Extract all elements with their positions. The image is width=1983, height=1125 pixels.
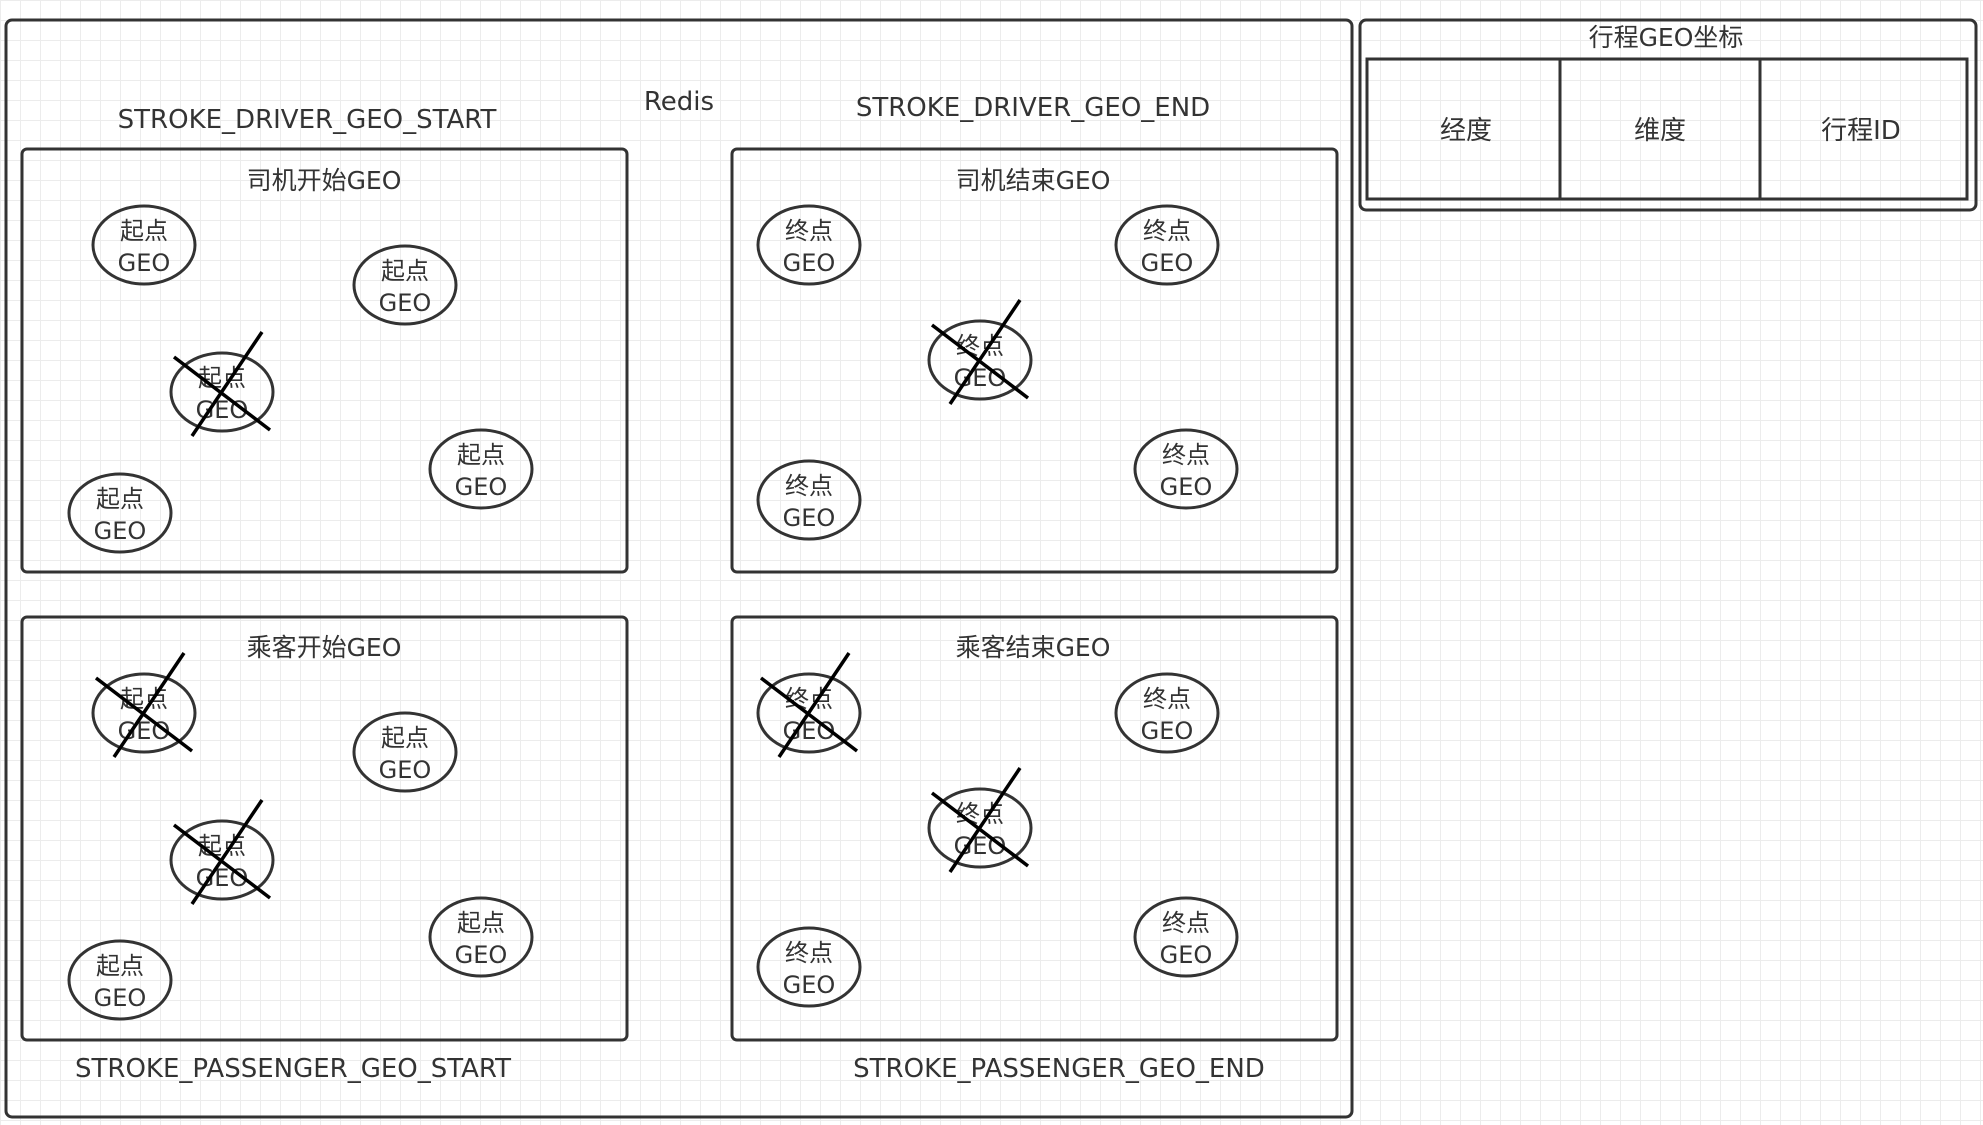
start-geo-node[interactable]: 起点 GEO: [352, 244, 458, 326]
driver-start-title: 司机开始GEO: [247, 166, 402, 195]
passenger-start-title: 乘客开始GEO: [247, 633, 402, 662]
geo-node-geo-label: GEO: [118, 249, 171, 277]
start-geo-node[interactable]: 起点GEO: [169, 799, 275, 905]
end-geo-node[interactable]: 终点 GEO: [1133, 428, 1239, 510]
passenger-start-key-label: STROKE_PASSENGER_GEO_START: [75, 1054, 511, 1084]
start-geo-node[interactable]: 起点GEO: [169, 331, 275, 437]
end-geo-node[interactable]: 终点 GEO: [1114, 204, 1220, 286]
column-latitude: 维度: [1634, 116, 1686, 146]
geo-node-type-label: 终点: [785, 217, 833, 245]
end-geo-node[interactable]: 终点 GEO: [1133, 896, 1239, 978]
geo-node-type-label: 终点: [1143, 685, 1191, 713]
geo-node-type-label: 终点: [1143, 217, 1191, 245]
geo-node-type-label: 起点: [96, 952, 144, 980]
end-geo-node[interactable]: 终点 GEO: [756, 459, 862, 541]
geo-node-type-label: 终点: [785, 472, 833, 500]
geo-node-geo-label: GEO: [1141, 249, 1194, 277]
end-geo-node[interactable]: 终点GEO: [927, 299, 1033, 405]
geo-node-geo-label: GEO: [379, 756, 432, 784]
column-trip-id: 行程ID: [1821, 116, 1901, 146]
geo-node-type-label: 终点: [1162, 909, 1210, 937]
geo-node-geo-label: GEO: [783, 249, 836, 277]
geo-node-geo-label: GEO: [455, 941, 508, 969]
redis-container[interactable]: [4, 18, 1354, 1119]
geo-node-type-label: 起点: [120, 217, 168, 245]
end-geo-node[interactable]: 终点 GEO: [1114, 672, 1220, 754]
geo-node-geo-label: GEO: [783, 971, 836, 999]
end-geo-node[interactable]: 终点GEO: [927, 767, 1033, 873]
geo-node-geo-label: GEO: [94, 984, 147, 1012]
geo-node-geo-label: GEO: [783, 504, 836, 532]
column-longitude: 经度: [1440, 116, 1492, 146]
start-geo-node[interactable]: 起点 GEO: [428, 896, 534, 978]
geo-node-type-label: 起点: [457, 441, 505, 469]
geo-node-type-label: 起点: [457, 909, 505, 937]
geo-node-geo-label: GEO: [1160, 941, 1213, 969]
geo-node-geo-label: GEO: [1141, 717, 1194, 745]
driver-end-title: 司机结束GEO: [956, 166, 1111, 195]
diagram-canvas: Redis STROKE_DRIVER_GEO_START STROKE_DRI…: [4, 18, 1978, 1119]
driver-end-key-label: STROKE_DRIVER_GEO_END: [856, 93, 1210, 123]
start-geo-node[interactable]: 起点 GEO: [352, 711, 458, 793]
start-geo-node[interactable]: 起点 GEO: [67, 472, 173, 554]
driver-start-key-label: STROKE_DRIVER_GEO_START: [118, 105, 497, 135]
geo-node-geo-label: GEO: [94, 517, 147, 545]
geo-node-geo-label: GEO: [379, 289, 432, 317]
geo-node-type-label: 终点: [1162, 441, 1210, 469]
end-geo-node[interactable]: 终点 GEO: [756, 204, 862, 286]
geo-node-geo-label: GEO: [1160, 473, 1213, 501]
trip-geo-table-title: 行程GEO坐标: [1589, 23, 1744, 52]
start-geo-node[interactable]: 起点 GEO: [428, 428, 534, 510]
end-geo-node[interactable]: 终点GEO: [756, 652, 862, 758]
start-geo-node[interactable]: 起点GEO: [91, 652, 197, 758]
passenger-end-key-label: STROKE_PASSENGER_GEO_END: [853, 1054, 1265, 1084]
start-geo-node[interactable]: 起点 GEO: [67, 939, 173, 1021]
start-geo-node[interactable]: 起点 GEO: [91, 204, 197, 286]
redis-label: Redis: [644, 87, 714, 117]
passenger-end-title: 乘客结束GEO: [956, 633, 1111, 662]
end-geo-node[interactable]: 终点 GEO: [756, 926, 862, 1008]
geo-node-type-label: 终点: [785, 939, 833, 967]
geo-node-geo-label: GEO: [455, 473, 508, 501]
geo-node-type-label: 起点: [96, 485, 144, 513]
geo-nodes-layer: 起点 GEO 起点 GEO 起点 GEO 起点 GEO 起点 GEO 终点 GEO 终点 GEO 终点 GEO…: [67, 204, 1239, 1021]
geo-node-type-label: 起点: [381, 257, 429, 285]
geo-node-type-label: 起点: [381, 724, 429, 752]
